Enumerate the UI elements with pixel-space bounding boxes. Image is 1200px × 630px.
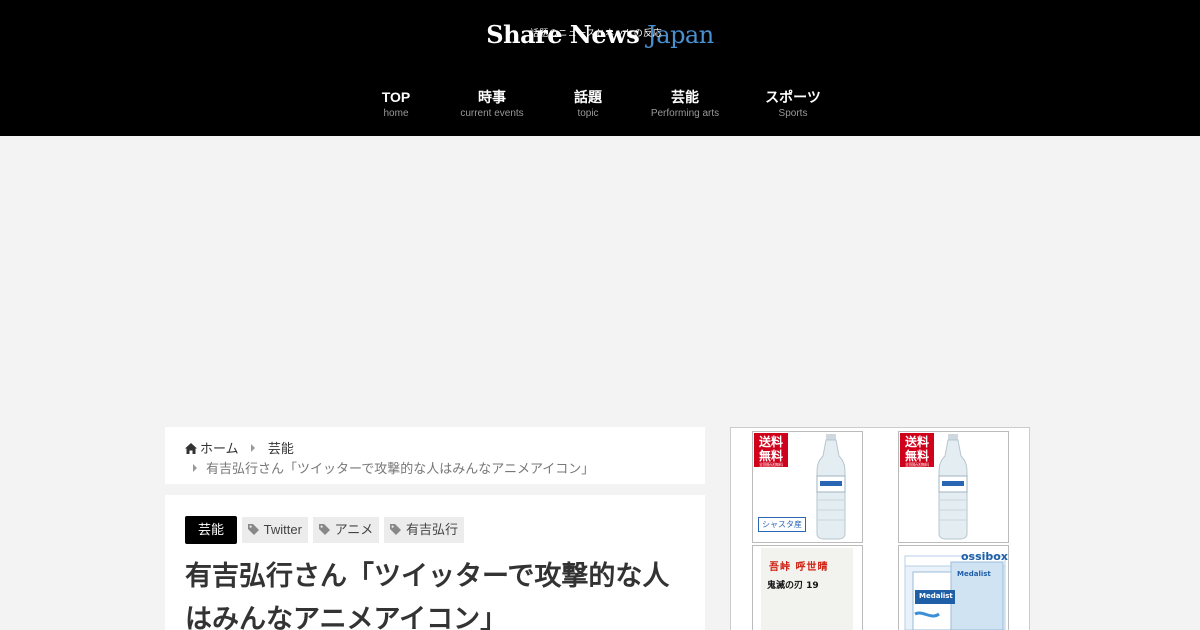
nav-label: 芸能 [671,89,699,105]
water-bottle-icon [816,434,846,540]
site-tagline: 話題のニュースとネットの反応 [529,29,663,39]
nav-item-current-events[interactable]: 時事 current events [452,88,532,122]
tag-list: 芸能 Twitter アニメ 有吉弘行 [185,516,464,544]
origin-label: シャスタ産 [758,517,806,532]
product-brand: Medalist [919,592,953,600]
free-shipping-ribbon: 送料無料 全国配送無料 [900,433,934,467]
chevron-right-icon [193,464,197,472]
tag-label: 有吉弘行 [405,522,458,537]
ribbon-text: 送料無料 [758,435,783,463]
article-card: 芸能 Twitter アニメ 有吉弘行 有吉弘行さん「ツイッターで攻撃的な人はみ… [165,495,705,630]
nav-sublabel: Performing arts [650,108,720,119]
sidebar-product-widget: 送料無料 全国配送無料 シャスタ産 送料無料 全国配送無料 吾峠 呼世晴 鬼滅の… [730,427,1030,630]
breadcrumb-home-label: ホーム [200,441,239,456]
nav-sublabel: topic [577,108,599,119]
free-shipping-ribbon: 送料無料 全国配送無料 [754,433,788,467]
nav-label: 話題 [574,89,602,105]
ribbon-subtext: 全国配送無料 [759,462,783,467]
main-nav: TOP home 時事 current events 話題 topic 芸能 P… [0,88,1200,128]
product-card[interactable]: Medalist Medalist ossibox [898,545,1009,630]
breadcrumb-row: 有吉弘行さん「ツイッターで攻撃的な人はみんなアニメアイコン」 [193,458,594,477]
ribbon-text: 送料無料 [904,435,929,463]
article-title: 有吉弘行さん「ツイッターで攻撃的な人はみんなアニメアイコン」 [185,561,670,630]
breadcrumb-row: ホーム 芸能 [185,438,294,457]
product-box-label: ossibox [961,550,1008,563]
nav-sublabel: Sports [778,108,808,119]
nav-sublabel: home [383,108,409,119]
nav-label: TOP [381,89,411,105]
nav-item-top[interactable]: TOP home [372,88,420,122]
book-cover: 吾峠 呼世晴 鬼滅の刃 19 [761,548,853,630]
product-brand-box: Medalist [957,570,991,578]
tag-label: アニメ [334,522,374,537]
breadcrumb: ホーム 芸能 有吉弘行さん「ツイッターで攻撃的な人はみんなアニメアイコン」 [165,427,705,484]
breadcrumb-home[interactable]: ホーム [185,441,242,456]
book-author: 吾峠 呼世晴 [769,562,829,573]
tag-icon [389,524,401,535]
nav-label: スポーツ [765,89,821,105]
tag-icon [318,524,330,535]
ad-space [0,136,1200,426]
product-card[interactable]: 送料無料 全国配送無料 シャスタ産 [752,431,863,543]
nav-item-sports[interactable]: スポーツ Sports [758,88,828,122]
tag-anime[interactable]: アニメ [312,517,380,543]
chevron-right-icon [251,444,256,452]
product-card[interactable]: 吾峠 呼世晴 鬼滅の刃 19 [752,545,863,630]
nav-item-topic[interactable]: 話題 topic [563,88,613,122]
tag-ariyoshi[interactable]: 有吉弘行 [383,517,464,543]
home-icon [185,443,197,454]
water-bottle-icon [938,434,968,540]
ribbon-subtext: 全国配送無料 [905,462,929,467]
nav-label: 時事 [478,89,506,105]
nav-item-performing-arts[interactable]: 芸能 Performing arts [643,88,727,122]
tag-label: Twitter [263,522,302,537]
tag-twitter[interactable]: Twitter [241,517,308,543]
breadcrumb-current: 有吉弘行さん「ツイッターで攻撃的な人はみんなアニメアイコン」 [206,461,595,476]
nav-sublabel: current events [460,108,524,119]
breadcrumb-category[interactable]: 芸能 [268,441,294,456]
site-header: Share News Japan 話題のニュースとネットの反応 TOP home… [0,0,1200,136]
book-title: 鬼滅の刃 19 [767,581,819,591]
category-badge[interactable]: 芸能 [185,516,238,544]
tag-icon [247,524,259,535]
product-card[interactable]: 送料無料 全国配送無料 [898,431,1009,543]
